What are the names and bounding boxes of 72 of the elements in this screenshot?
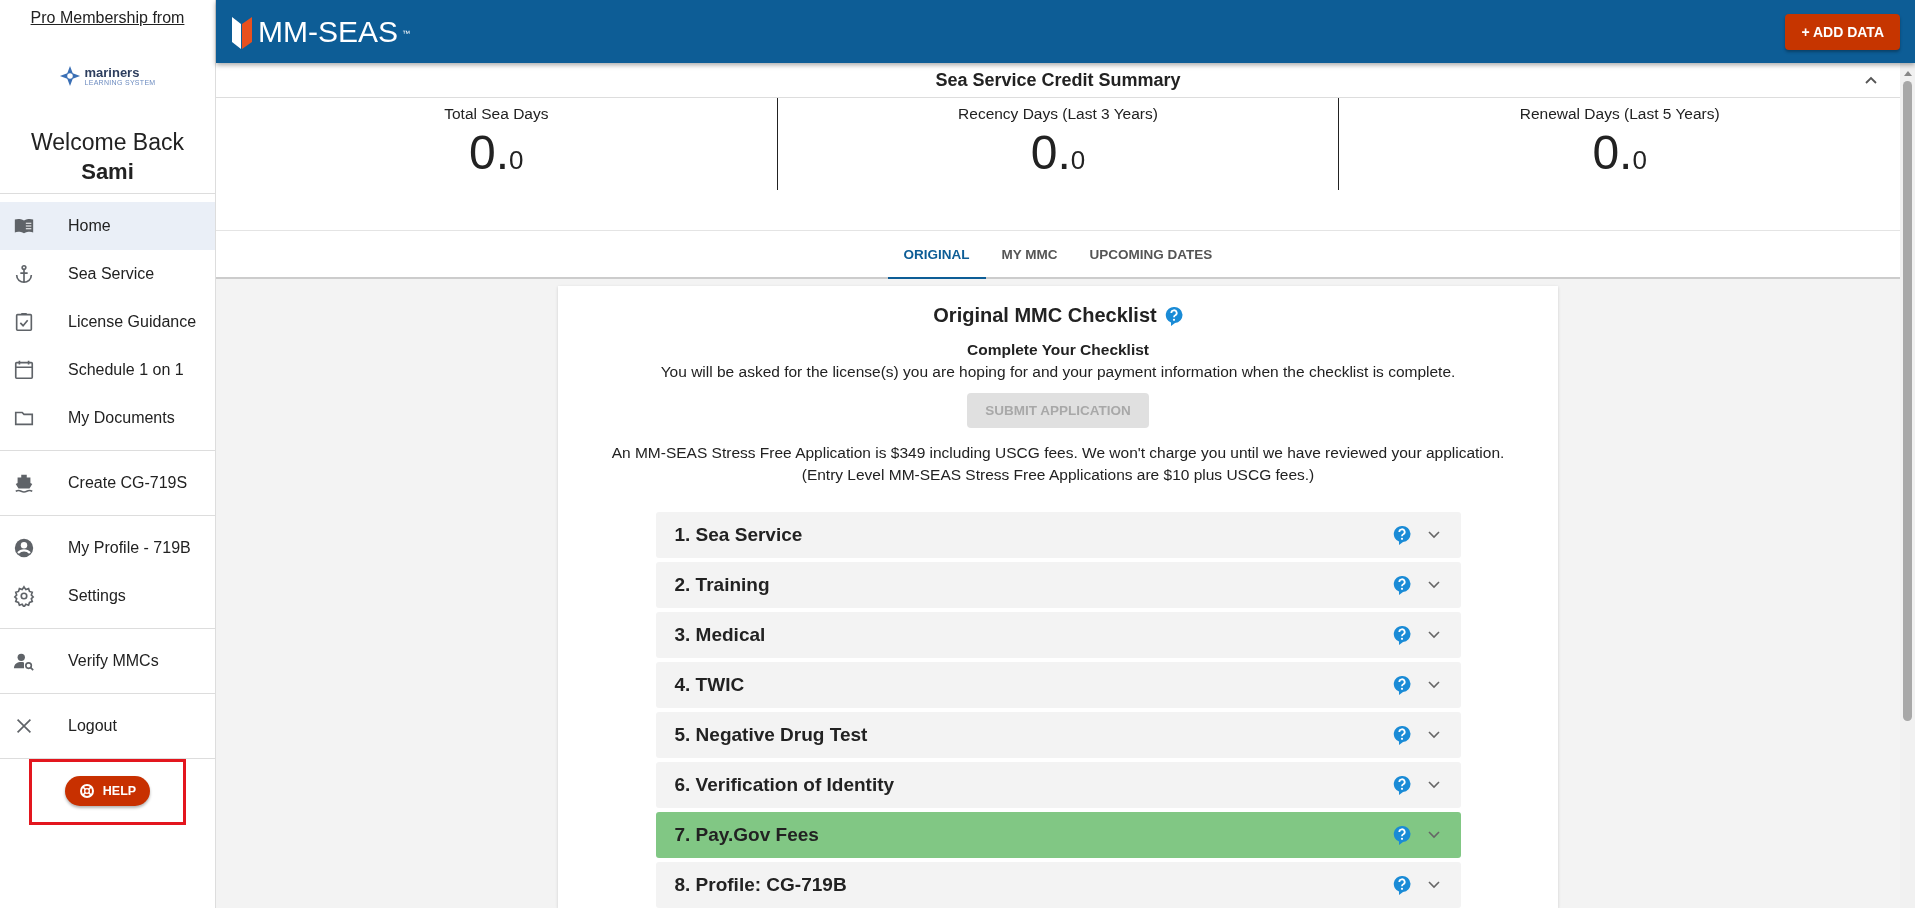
user-circle-icon [13,537,35,559]
expand-chevron-icon[interactable] [1426,680,1441,690]
help-icon[interactable] [1392,675,1411,695]
checklist-section[interactable]: 7. Pay.Gov Fees [655,812,1461,858]
help-icon[interactable] [1164,305,1183,326]
nav-item[interactable]: Home [0,202,215,250]
anchor-icon [13,263,35,285]
checklist-title: Original MMC Checklist [933,304,1157,327]
settings-icon [13,585,35,607]
compass-logo-icon [59,65,82,87]
help-icon[interactable] [1392,625,1411,645]
nav-item[interactable]: My Documents [0,394,215,442]
welcome-text: Welcome Back [30,129,185,156]
checklist-intro: You will be asked for the license(s) you are hoping for and your payment information when the checklist is complete. [660,363,1456,381]
checklist-subtitle: Complete Your Checklist [967,341,1149,359]
price-note: An MM-SEAS Stress Free Application is $349 including USCG fees. We won't charge you until we have reviewed your application. [611,444,1505,462]
checklist-section[interactable]: 2. Training [655,562,1461,608]
checklist-section[interactable]: 4. TWIC [655,662,1461,708]
scrollbar[interactable] [1900,63,1915,908]
entry-level-note: (Entry Level MM-SEAS Stress Free Applications are $10 plus USCG fees.) [801,466,1315,484]
summary-title: Sea Service Credit Summary [935,69,1181,91]
calendar-icon [13,359,35,381]
tab[interactable]: MY MMC [985,231,1074,279]
expand-chevron-icon[interactable] [1426,830,1441,840]
expand-chevron-icon[interactable] [1426,580,1441,590]
help-icon[interactable] [1392,525,1411,545]
checklist-section[interactable]: 6. Verification of Identity [655,762,1461,808]
brand-name: MM-SEAS [258,14,398,49]
collapse-chevron-icon[interactable] [1864,75,1878,85]
nav-item[interactable]: Verify MMCs [0,637,215,685]
checklist-section[interactable]: 1. Sea Service [655,512,1461,558]
nav-item[interactable]: Schedule 1 on 1 [0,346,215,394]
lifebuoy-icon [78,783,95,799]
logo-name: mariners [84,66,141,79]
checklist-section[interactable]: 5. Negative Drug Test [655,712,1461,758]
help-icon[interactable] [1392,825,1411,845]
help-icon[interactable] [1392,875,1411,895]
stat-decimal: 0 [1070,145,1086,176]
nav-item[interactable]: Create CG-719S [0,459,215,507]
nav-item[interactable]: Settings [0,572,215,620]
checked-clipboard-icon [13,311,35,333]
expand-chevron-icon[interactable] [1426,780,1441,790]
expand-chevron-icon[interactable] [1426,880,1441,890]
user-name: Sami [0,159,215,194]
expand-chevron-icon[interactable] [1426,630,1441,640]
help-icon[interactable] [1392,575,1411,595]
nav-item[interactable]: Logout [0,702,215,750]
checklist-section[interactable]: 8. Profile: CG-719B [655,862,1461,908]
stat-label: Renewal Days (Last 5 Years) [1519,105,1720,123]
shield-logo-icon [232,14,252,49]
membership-link[interactable]: Pro Membership from [30,9,185,27]
trademark-mark: ™ [402,28,410,38]
stat-value: 0. [469,125,510,180]
help-icon[interactable] [1392,775,1411,795]
expand-chevron-icon[interactable] [1426,730,1441,740]
expand-chevron-icon[interactable] [1426,530,1441,540]
stat-label: Recency Days (Last 3 Years) [958,105,1158,123]
stat-value: 0. [1030,125,1071,180]
stat-decimal: 0 [1632,145,1647,176]
nav-item[interactable]: Sea Service [0,250,215,298]
help-icon[interactable] [1392,725,1411,745]
add-data-button[interactable]: + ADD DATA [1785,13,1900,50]
stat-value: 0. [1592,125,1633,180]
checklist-section[interactable]: 3. Medical [655,612,1461,658]
stat-label: Total Sea Days [444,105,549,123]
scroll-up-arrow-icon[interactable] [1902,69,1913,77]
tab[interactable]: UPCOMING DATES [1073,231,1229,279]
nav-item[interactable]: My Profile - 719B [0,524,215,572]
ship-icon [13,472,35,494]
stat-decimal: 0 [509,145,524,176]
help-button[interactable]: HELP [64,776,151,806]
nav-item[interactable]: License Guidance [0,298,215,346]
